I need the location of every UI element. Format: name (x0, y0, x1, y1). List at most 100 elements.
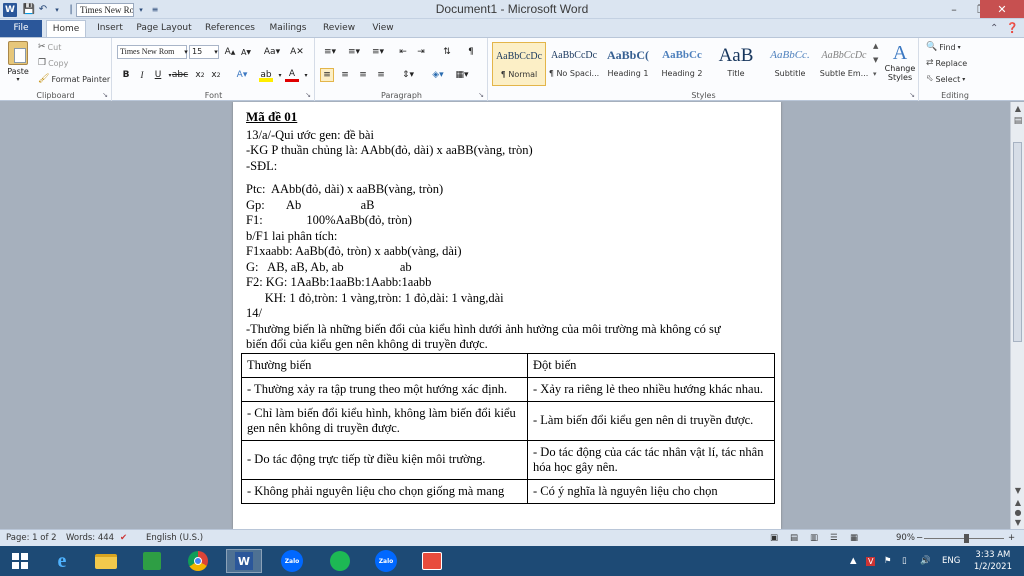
document-page[interactable]: Mã đề 01 13/a/-Qui ước gen: đề bài -KG P… (233, 102, 781, 529)
style-subtitle[interactable]: AaBbCc. Subtitle (763, 42, 817, 86)
table-header-cell[interactable]: Thường biến (241, 352, 528, 378)
proofing-icon[interactable]: ✔ (120, 533, 127, 543)
clock[interactable]: 3:33 AM 1/2/2021 (974, 549, 1012, 573)
comparison-table[interactable]: Thường biến Đột biến - Thường xảy ra tập… (241, 352, 775, 504)
table-cell[interactable]: - Chỉ làm biến đổi kiểu hình, không làm … (241, 400, 528, 441)
tray-app-icon[interactable]: V (866, 546, 876, 576)
superscript-button[interactable]: x2 (209, 68, 223, 82)
tab-file[interactable]: File (0, 20, 42, 37)
word-logo-icon[interactable]: W (3, 2, 17, 17)
tab-home[interactable]: Home (46, 20, 86, 37)
grow-font-icon[interactable]: A ▲ (223, 45, 237, 59)
tab-mailings[interactable]: Mailings (266, 20, 310, 37)
language-indicator[interactable]: English (U.S.) (146, 533, 203, 543)
scroll-down-icon[interactable]: ▼ (1011, 486, 1024, 495)
zoom-in-icon[interactable]: + (1008, 533, 1015, 543)
select-browse-object-icon[interactable]: ● (1011, 508, 1024, 517)
italic-button[interactable]: I (135, 68, 149, 82)
font-color-dropdown-icon[interactable]: ▾ (299, 68, 313, 82)
bullets-icon[interactable]: ≡▾ (320, 45, 340, 59)
document-area[interactable]: Mã đề 01 13/a/-Qui ước gen: đề bài -KG P… (0, 102, 1010, 529)
justify-button[interactable]: ≡ (374, 68, 388, 82)
table-cell[interactable]: - Làm biến đổi kiểu gen nên di truyền đư… (527, 400, 775, 441)
styles-scroll-down-icon[interactable]: ▼ (873, 56, 878, 64)
format-painter-button[interactable]: 🖌 Format Painter (38, 74, 110, 84)
tab-view[interactable]: View (368, 20, 398, 37)
table-cell[interactable]: - Thường xảy ra tập trung theo một hướng… (241, 376, 528, 402)
store-icon[interactable] (134, 549, 170, 573)
table-cell[interactable]: - Do tác động trực tiếp từ điều kiện môi… (241, 439, 528, 480)
font-name-box[interactable]: Times New Rom (117, 45, 187, 59)
table-cell[interactable]: - Không phải nguyên liệu cho chọn giống … (241, 478, 528, 504)
tab-page-layout[interactable]: Page Layout (136, 20, 192, 37)
windows-start-icon[interactable] (2, 549, 38, 573)
align-center-button[interactable]: ≡ (338, 68, 352, 82)
style-normal[interactable]: AaBbCcDc ¶ Normal (492, 42, 546, 86)
sort-icon[interactable]: ⇅ (440, 45, 454, 59)
web-layout-icon[interactable]: ▥ (810, 533, 818, 543)
paragraph-launcher-icon[interactable]: ↘ (478, 91, 484, 99)
scrollbar-thumb[interactable] (1013, 142, 1022, 342)
word-count[interactable]: Words: 444 (66, 533, 114, 543)
word-taskbar-icon[interactable]: W (226, 549, 262, 573)
file-explorer-icon[interactable] (88, 549, 124, 573)
zalo-icon[interactable]: Zalo (274, 549, 310, 573)
zalo-second-icon[interactable]: Zalo (368, 549, 404, 573)
increase-indent-icon[interactable]: ⇥ (414, 45, 428, 59)
clipboard-launcher-icon[interactable]: ↘ (102, 91, 108, 99)
bold-button[interactable]: B (119, 68, 133, 82)
redo-icon[interactable]: ▾ (50, 3, 64, 17)
text-effects-icon[interactable]: A▾ (235, 68, 249, 82)
help-icon[interactable]: ❓ (1006, 23, 1018, 34)
shading-icon[interactable]: ◈▾ (428, 68, 448, 82)
tab-insert[interactable]: Insert (92, 20, 128, 37)
draft-icon[interactable]: ▦ (850, 533, 858, 543)
previous-page-icon[interactable]: ▲ (1011, 498, 1024, 507)
chrome-icon[interactable] (180, 549, 216, 573)
document-content[interactable]: Mã đề 01 13/a/-Qui ước gen: đề bài -KG P… (241, 109, 776, 504)
highlight-color-icon[interactable]: ab (259, 68, 273, 82)
ruler-toggle-icon[interactable]: ▤ (1011, 116, 1024, 126)
ultraviewer-icon[interactable] (414, 549, 450, 573)
save-icon[interactable]: 💾 (22, 3, 36, 17)
paste-button[interactable]: Paste ▾ (4, 41, 32, 87)
full-screen-reading-icon[interactable]: ▤ (790, 533, 798, 543)
style-subtle-emphasis[interactable]: AaBbCcDc Subtle Em... (817, 42, 871, 86)
internet-explorer-icon[interactable]: e (44, 549, 80, 573)
close-button[interactable]: ✕ (980, 0, 1024, 18)
font-size-dropdown-icon[interactable]: ▾ (209, 45, 223, 59)
vertical-scrollbar[interactable]: ▲ ▤ ▼ ▲ ● ▼ (1010, 102, 1024, 529)
style-no-spacing[interactable]: AaBbCcDc ¶ No Spaci... (547, 42, 601, 86)
replace-button[interactable]: ⇄ Replace (926, 58, 967, 68)
spotify-icon[interactable] (322, 549, 358, 573)
input-language[interactable]: ENG (942, 546, 960, 576)
quick-access-dropdown-icon[interactable]: ▾ (134, 3, 148, 17)
change-case-icon[interactable]: Aa▾ (262, 45, 282, 59)
minimize-button[interactable]: – (940, 0, 968, 18)
font-color-icon[interactable]: A (285, 68, 299, 82)
customize-quick-access-icon[interactable]: ≡ (148, 3, 162, 17)
page-count[interactable]: Page: 1 of 2 (6, 533, 57, 543)
volume-icon[interactable]: 🔊 (920, 546, 931, 576)
line-spacing-icon[interactable]: ⇕▾ (398, 68, 418, 82)
table-header-cell[interactable]: Đột biến (527, 352, 775, 378)
quick-access-font-box[interactable]: Times New Ro (76, 2, 134, 17)
outline-icon[interactable]: ☰ (830, 533, 838, 543)
style-title[interactable]: AaB Title (709, 42, 763, 86)
zoom-slider-knob[interactable] (964, 534, 969, 543)
style-heading-1[interactable]: AaBbC( Heading 1 (601, 42, 655, 86)
next-page-icon[interactable]: ▼ (1011, 518, 1024, 527)
print-layout-icon[interactable]: ▣ (770, 533, 778, 543)
multilevel-list-icon[interactable]: ≡▾ (368, 45, 388, 59)
align-right-button[interactable]: ≡ (356, 68, 370, 82)
tab-references[interactable]: References (203, 20, 257, 37)
styles-launcher-icon[interactable]: ↘ (909, 91, 915, 99)
decrease-indent-icon[interactable]: ⇤ (396, 45, 410, 59)
undo-icon[interactable]: ↶ (36, 3, 50, 17)
shrink-font-icon[interactable]: A ▼ (239, 45, 253, 59)
tray-overflow-icon[interactable]: ▲ (850, 546, 857, 576)
numbering-icon[interactable]: ≡▾ (344, 45, 364, 59)
font-launcher-icon[interactable]: ↘ (305, 91, 311, 99)
tab-review[interactable]: Review (320, 20, 358, 37)
clear-formatting-icon[interactable]: A✕ (290, 45, 304, 59)
